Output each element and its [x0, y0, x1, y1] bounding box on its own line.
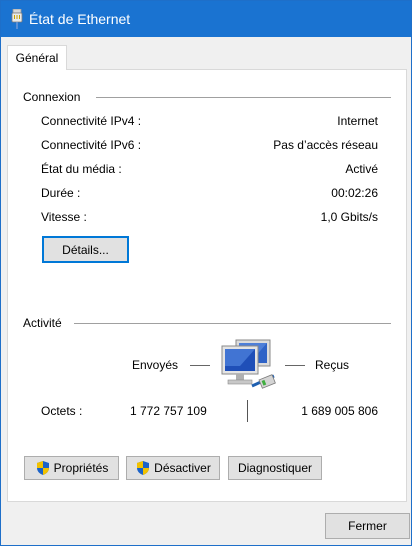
speed-label: Vitesse :: [41, 210, 87, 224]
connexion-divider: [96, 97, 391, 98]
media-state-value: Activé: [345, 162, 378, 176]
octets-sent-value: 1 772 757 109: [130, 404, 207, 418]
diagnose-button[interactable]: Diagnostiquer: [228, 456, 322, 480]
title-bar[interactable]: État de Ethernet: [1, 1, 411, 37]
close-button[interactable]: Fermer: [325, 513, 410, 539]
network-computers-icon: [221, 339, 276, 389]
ethernet-plug-icon: [11, 9, 23, 29]
general-panel: Connexion Connectivité IPv4 : Internet C…: [7, 69, 407, 502]
octets-label: Octets :: [41, 404, 83, 418]
uac-shield-icon: [36, 461, 49, 475]
octets-received-value: 1 689 005 806: [301, 404, 378, 418]
activite-divider: [74, 323, 391, 324]
activite-heading: Activité: [23, 316, 68, 330]
octets-separator: [247, 400, 248, 422]
sent-label: Envoyés: [132, 358, 179, 372]
ipv4-label: Connectivité IPv4 :: [41, 114, 142, 128]
properties-button-label: Propriétés: [53, 461, 109, 475]
disable-button[interactable]: Désactiver: [126, 456, 220, 480]
details-button[interactable]: Détails...: [42, 236, 129, 263]
ipv6-value: Pas d’accès réseau: [273, 138, 378, 152]
received-label: Reçus: [315, 358, 350, 372]
duration-label: Durée :: [41, 186, 81, 200]
uac-shield-icon: [137, 461, 150, 475]
ipv6-label: Connectivité IPv6 :: [41, 138, 142, 152]
window-title: État de Ethernet: [29, 11, 131, 27]
tab-general[interactable]: Général: [7, 45, 67, 70]
ethernet-status-window: État de Ethernet Général Connexion Conne…: [0, 0, 412, 546]
disable-button-label: Désactiver: [154, 461, 211, 475]
duration-value: 00:02:26: [331, 186, 378, 200]
received-line: [285, 365, 305, 366]
properties-button[interactable]: Propriétés: [24, 456, 119, 480]
ipv4-value: Internet: [337, 114, 378, 128]
sent-line: [190, 365, 210, 366]
media-state-label: État du média :: [41, 162, 122, 176]
connexion-heading: Connexion: [23, 90, 87, 104]
speed-value: 1,0 Gbits/s: [320, 210, 378, 224]
